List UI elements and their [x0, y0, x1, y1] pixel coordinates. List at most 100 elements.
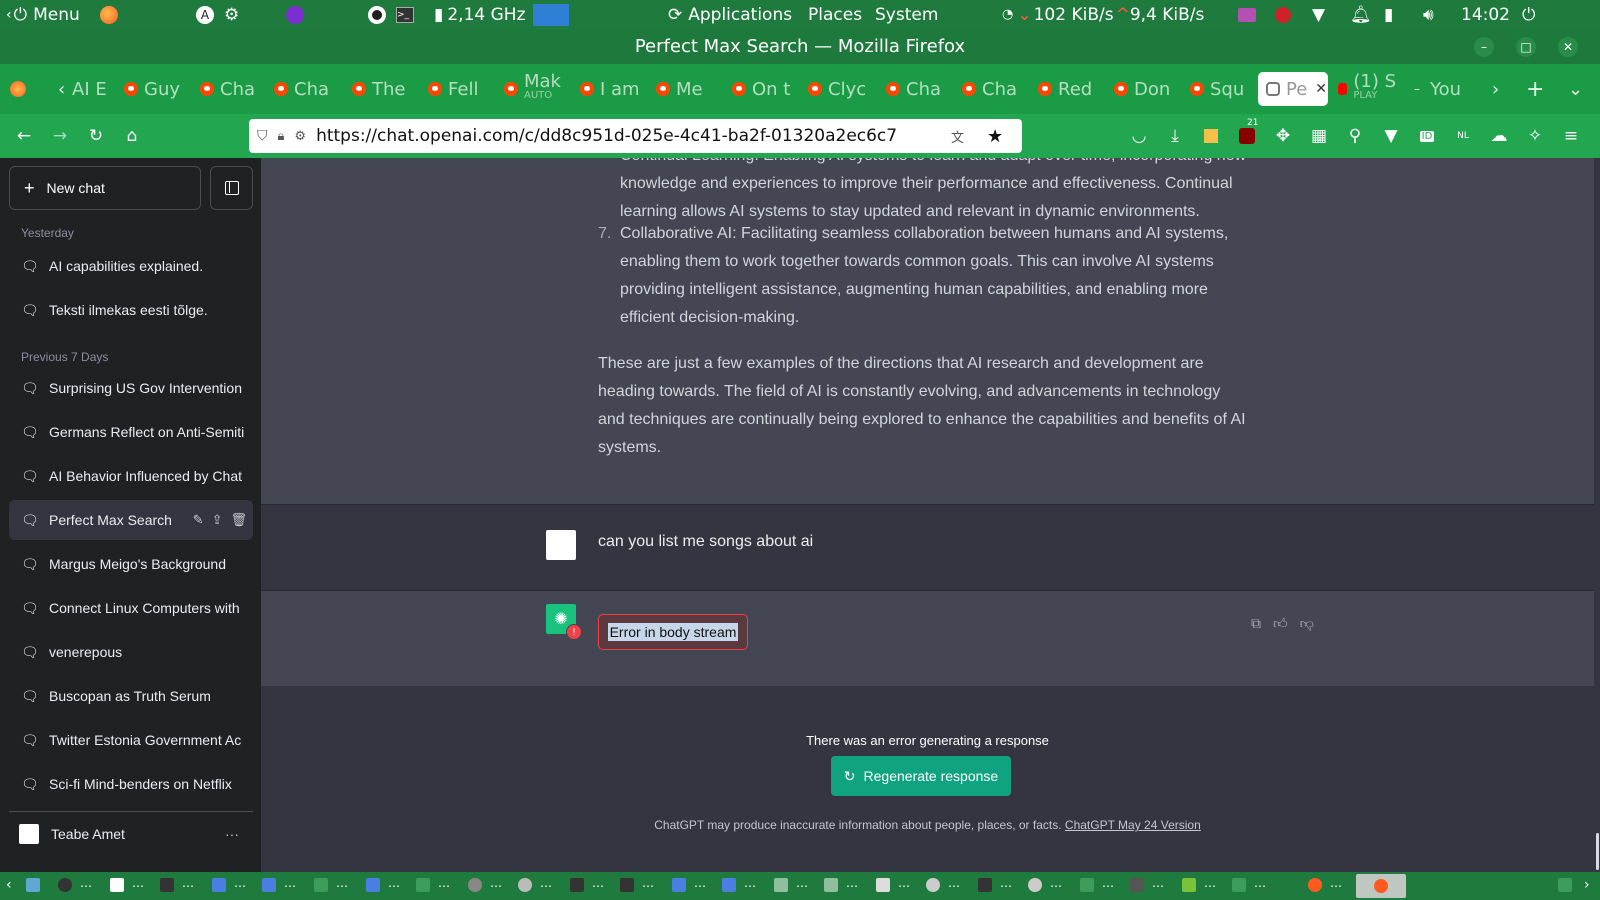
sidebar-chat-item[interactable]: 🗨︎ AI capabilities explained.: [9, 246, 253, 286]
lock-icon[interactable]: 🔒︎: [278, 129, 285, 144]
sidebar-chat-item[interactable]: 🗨︎ Buscopan as Truth Serum: [9, 676, 253, 716]
tab[interactable]: AI E: [72, 72, 108, 106]
ublock-icon[interactable]: 21: [1235, 118, 1259, 148]
tab[interactable]: – You: [1414, 72, 1472, 106]
thumbs-up-icon[interactable]: 👍︎: [1273, 615, 1288, 632]
more-icon[interactable]: ···: [225, 826, 239, 842]
taskbar-app-icon[interactable]: [672, 878, 686, 892]
tab[interactable]: Fell: [428, 72, 486, 106]
system-menu-button[interactable]: ‹ ⏻ Menu: [6, 0, 80, 29]
taskbar-app-icon[interactable]: [774, 878, 788, 892]
sound-tray-icon[interactable]: [1238, 0, 1256, 29]
taskbar-app-icon[interactable]: [314, 878, 328, 892]
firefox-view-icon[interactable]: [10, 72, 32, 106]
taskbar-app-icon[interactable]: [824, 878, 838, 892]
url-text[interactable]: https://chat.openai.com/c/dd8c951d-025e-…: [316, 126, 897, 146]
language-icon[interactable]: NL: [1451, 124, 1475, 148]
extensions-icon[interactable]: ✧: [1523, 124, 1547, 148]
taskbar-app-icon[interactable]: [366, 878, 380, 892]
url-bar[interactable]: ⛉ 🔒︎ ⚙ https://chat.openai.com/c/dd8c951…: [249, 119, 1022, 153]
taskbar-app-icon[interactable]: [1130, 878, 1144, 892]
sidebar-chat-item[interactable]: 🗨︎ venerepous: [9, 632, 253, 672]
sidebar-chat-item[interactable]: 🗨︎ Connect Linux Computers with: [9, 588, 253, 628]
tab[interactable]: (1) S PLAY: [1338, 72, 1396, 106]
translate-icon[interactable]: 文: [951, 127, 964, 146]
pocket-icon[interactable]: ◡: [1127, 124, 1151, 148]
hamburger-menu-icon[interactable]: ≡: [1559, 124, 1583, 148]
taskbar-app-icon[interactable]: [110, 878, 124, 892]
clock[interactable]: 14:02: [1461, 0, 1510, 29]
home-icon[interactable]: ⌂: [120, 124, 144, 148]
taskbar-app-icon[interactable]: [1232, 878, 1246, 892]
filter-icon[interactable]: ▼: [1379, 124, 1403, 148]
tab[interactable]: Cha: [274, 72, 332, 106]
tab-scroll-right-icon[interactable]: ›: [1492, 72, 1506, 106]
downloads-icon[interactable]: ⤓: [1163, 124, 1187, 148]
notification-icon[interactable]: 🔔︎: [1350, 0, 1372, 29]
opera-icon[interactable]: [368, 0, 386, 29]
app-launcher-icon[interactable]: A: [196, 0, 214, 29]
tab[interactable]: Cha: [200, 72, 258, 106]
taskbar-app-icon[interactable]: [570, 878, 584, 892]
sidebar-chat-item[interactable]: 🗨︎ AI Behavior Influenced by Chat: [9, 456, 253, 496]
tab[interactable]: Squ: [1190, 72, 1248, 106]
taskbar-app-icon[interactable]: [262, 878, 276, 892]
reload-icon[interactable]: ↻: [84, 124, 108, 148]
system-menu[interactable]: System: [875, 0, 938, 29]
taskbar-app-icon[interactable]: [1182, 878, 1196, 892]
maximize-icon[interactable]: □: [1516, 37, 1536, 57]
taskbar-app-icon[interactable]: [468, 878, 482, 892]
taskbar-app-icon[interactable]: [416, 878, 430, 892]
wifi-tray-icon[interactable]: ▼: [1312, 0, 1325, 29]
record-tray-icon[interactable]: [1275, 0, 1291, 29]
tab[interactable]: The: [352, 72, 410, 106]
copy-icon[interactable]: ⧉: [1251, 615, 1261, 632]
user-menu[interactable]: Teabe Amet ···: [9, 811, 253, 855]
taskbar-app-icon[interactable]: [160, 878, 174, 892]
sidebar-chat-item[interactable]: 🗨︎ Teksti ilmekas eesti tõlge.: [9, 290, 253, 330]
new-chat-button[interactable]: + New chat: [9, 166, 201, 210]
extension-icon[interactable]: [1199, 124, 1223, 148]
battery-icon[interactable]: ▮: [1384, 0, 1393, 29]
power-icon[interactable]: ⏻: [1522, 0, 1535, 29]
taskbar-app-icon[interactable]: [1028, 878, 1042, 892]
places-menu[interactable]: Places: [808, 0, 862, 29]
taskbar-app-icon[interactable]: [58, 878, 72, 892]
regenerate-response-button[interactable]: ↻ Regenerate response: [831, 756, 1011, 796]
new-tab-icon[interactable]: +: [1526, 72, 1544, 106]
show-desktop-icon[interactable]: [26, 878, 40, 892]
firefox-taskbar-active[interactable]: [1356, 874, 1406, 898]
forward-icon[interactable]: →: [48, 124, 72, 148]
settings-gear-icon[interactable]: ⚙: [224, 0, 239, 29]
taskbar-app-icon[interactable]: [876, 878, 890, 892]
sidebar-toggle-button[interactable]: [210, 166, 253, 210]
link-icon[interactable]: ⚲: [1343, 124, 1367, 148]
taskbar-app-icon[interactable]: [212, 878, 226, 892]
calendar-icon[interactable]: ▦: [1307, 124, 1331, 148]
id-icon[interactable]: ID: [1415, 124, 1439, 148]
tab-active[interactable]: Pe ✕: [1258, 72, 1328, 106]
tab-scroll-left-icon[interactable]: ‹: [58, 72, 72, 106]
sidebar-chat-item[interactable]: 🗨︎ Margus Meigo's Background: [9, 544, 253, 584]
tab[interactable]: Cha: [886, 72, 944, 106]
taskbar-app-icon[interactable]: [518, 878, 532, 892]
scrollbar-thumb[interactable]: [1596, 833, 1599, 870]
trash-tray-icon[interactable]: [1558, 878, 1572, 892]
tab[interactable]: Mak AUTO: [504, 72, 562, 106]
sidebar-chat-item-selected[interactable]: 🗨︎ Perfect Max Search ✎ ⇪ 🗑︎: [9, 500, 253, 540]
taskbar-app-icon[interactable]: [978, 878, 992, 892]
sidebar-chat-item[interactable]: 🗨︎ Germans Reflect on Anti-Semiti: [9, 412, 253, 452]
thumbs-down-icon[interactable]: 👎︎: [1300, 615, 1314, 632]
tab[interactable]: Clyc: [808, 72, 866, 106]
edit-icon[interactable]: ✎: [193, 512, 204, 528]
tab[interactable]: Red: [1038, 72, 1096, 106]
firefox-launcher-icon[interactable]: [100, 0, 118, 29]
tab[interactable]: Me: [656, 72, 714, 106]
taskbar-scroll-left-icon[interactable]: ‹: [6, 877, 12, 893]
version-link[interactable]: ChatGPT May 24 Version: [1065, 818, 1201, 832]
taskbar-app-icon[interactable]: [926, 878, 940, 892]
extension-icon[interactable]: ✥: [1271, 124, 1295, 148]
back-icon[interactable]: ←: [12, 124, 36, 148]
podcast-icon[interactable]: [286, 0, 304, 29]
tab[interactable]: I am: [580, 72, 638, 106]
